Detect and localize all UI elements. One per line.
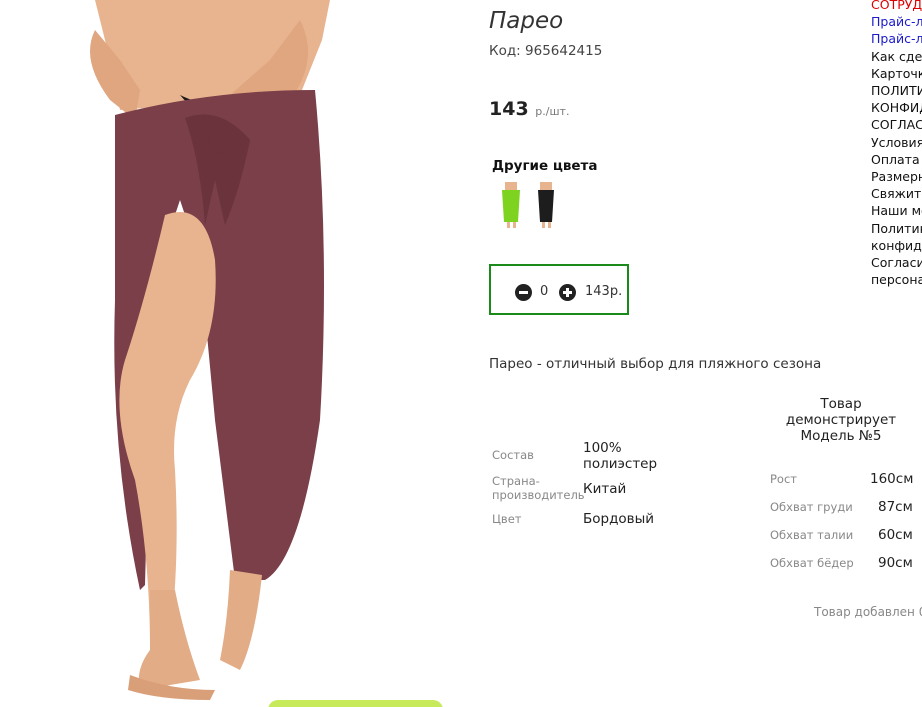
product-photo-illustration bbox=[90, 0, 330, 700]
property-label: Страна-производитель bbox=[492, 474, 585, 502]
sidebar-link-privacy-1[interactable]: Политик bbox=[871, 220, 922, 237]
model-heading: Товар демонстрирует Модель №5 bbox=[785, 396, 897, 444]
property-value: 100% полиэстер bbox=[583, 440, 658, 472]
model-param-label: Рост bbox=[770, 472, 797, 486]
model-param-label: Обхват бёдер bbox=[770, 556, 854, 570]
order-button[interactable] bbox=[268, 700, 443, 707]
sidebar-link-our-models[interactable]: Наши мо bbox=[871, 202, 922, 219]
sidebar-link-consent-2[interactable]: Согласи bbox=[871, 254, 922, 271]
sidebar-link-consent[interactable]: СОГЛАС bbox=[871, 116, 922, 133]
sidebar-link-payment[interactable]: Оплата bbox=[871, 151, 922, 168]
sidebar-link-privacy-2[interactable]: конфид bbox=[871, 237, 922, 254]
sidebar-links: СОТРУД Прайс-л Прайс-л Как сдел Карточк … bbox=[871, 0, 922, 288]
sidebar-link-pricelist-1[interactable]: Прайс-л bbox=[871, 13, 922, 30]
property-label: Состав bbox=[492, 448, 534, 462]
sidebar-link-card[interactable]: Карточк bbox=[871, 65, 922, 82]
sidebar-link-terms[interactable]: Условия bbox=[871, 134, 922, 151]
model-param-label: Обхват талии bbox=[770, 528, 854, 542]
property-value: Бордовый bbox=[583, 511, 655, 527]
sidebar-link-pricelist-2[interactable]: Прайс-л bbox=[871, 30, 922, 47]
color-thumb-black-image bbox=[538, 182, 554, 228]
price-unit: р./шт. bbox=[535, 105, 570, 118]
model-param-value: 90см bbox=[878, 555, 913, 571]
quantity-sum: 143р. bbox=[585, 284, 623, 299]
other-colors-heading: Другие цвета bbox=[492, 158, 598, 174]
color-thumb-black[interactable] bbox=[533, 182, 559, 228]
product-title: Парео bbox=[489, 8, 564, 34]
plus-icon[interactable] bbox=[559, 284, 576, 301]
product-description: Парео - отличный выбор для пляжного сезо… bbox=[489, 356, 822, 372]
product-photo[interactable] bbox=[0, 0, 458, 707]
added-date: Товар добавлен 01 bbox=[814, 605, 922, 619]
model-param-value: 60см bbox=[878, 527, 913, 543]
model-param-value: 87см bbox=[878, 499, 913, 515]
property-label: Цвет bbox=[492, 512, 522, 526]
quantity-stepper: 0 143р. bbox=[489, 264, 629, 315]
sidebar-link-how-to-order[interactable]: Как сдел bbox=[871, 48, 922, 65]
product-price: 143 р./шт. bbox=[489, 98, 569, 120]
property-value: Китай bbox=[583, 481, 627, 497]
model-param-value: 160см bbox=[870, 471, 914, 487]
color-thumb-green[interactable] bbox=[498, 182, 524, 228]
model-param-label: Обхват груди bbox=[770, 500, 853, 514]
sidebar-link-policy-2[interactable]: КОНФИД bbox=[871, 99, 922, 116]
sidebar-link-employees[interactable]: СОТРУД bbox=[871, 0, 922, 13]
sidebar-link-contact[interactable]: Свяжите bbox=[871, 185, 922, 202]
price-value: 143 bbox=[489, 98, 529, 120]
sidebar-link-policy-1[interactable]: ПОЛИТИ bbox=[871, 82, 922, 99]
color-thumb-green-image bbox=[502, 182, 520, 228]
quantity-value[interactable]: 0 bbox=[540, 284, 548, 299]
sidebar-link-personal[interactable]: персона bbox=[871, 271, 922, 288]
product-code: Код: 965642415 bbox=[489, 43, 603, 59]
minus-icon[interactable] bbox=[515, 284, 532, 301]
sidebar-link-sizes[interactable]: Размерн bbox=[871, 168, 922, 185]
